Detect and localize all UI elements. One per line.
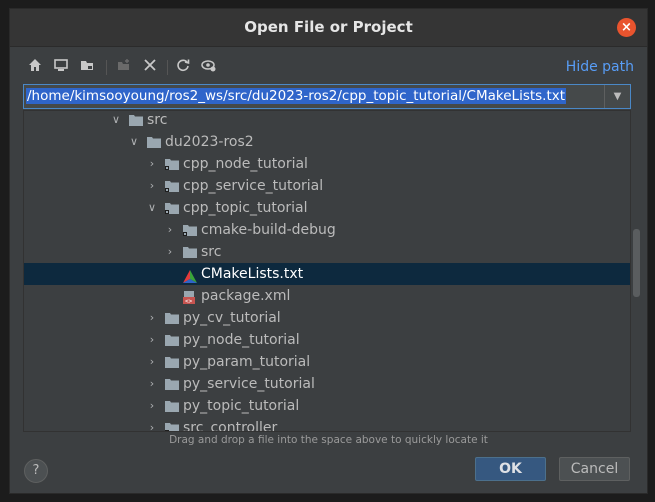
chevron-right-icon[interactable]: › (164, 219, 176, 241)
tree-row-label: du2023-ros2 (165, 134, 254, 150)
tree-row-label: src_controller (183, 420, 278, 432)
dialog-title: Open File or Project (244, 18, 413, 36)
path-text: /home/kimsooyoung/ros2_ws/src/du2023-ros… (26, 88, 567, 104)
folder-icon (165, 356, 179, 368)
chevron-right-icon[interactable]: › (146, 329, 158, 351)
tree-row[interactable]: › cpp_service_tutorial (24, 175, 630, 197)
chevron-right-icon[interactable]: › (146, 307, 158, 329)
tree-row[interactable]: CMakeLists.txt (24, 263, 630, 285)
module-folder-icon (183, 224, 197, 236)
delete-icon[interactable] (141, 58, 159, 76)
module-folder-icon (165, 202, 179, 214)
open-file-dialog: Open File or Project × Hide path /home/k… (9, 8, 648, 494)
folder-icon (183, 246, 197, 258)
help-button[interactable]: ? (24, 459, 48, 483)
new-folder-icon[interactable] (115, 58, 133, 76)
folder-icon (165, 334, 179, 346)
toolbar-separator (106, 60, 107, 75)
folder-icon (129, 114, 143, 126)
tree-row-label: CMakeLists.txt (201, 266, 304, 282)
chevron-down-icon[interactable]: ∨ (146, 197, 158, 219)
tree-row-label: py_service_tutorial (183, 376, 315, 392)
chevron-down-icon[interactable]: ∨ (110, 111, 122, 131)
tree-row[interactable]: › py_node_tutorial (24, 329, 630, 351)
tree-row-label: src (147, 112, 168, 128)
path-input[interactable]: /home/kimsooyoung/ros2_ws/src/du2023-ros… (26, 87, 602, 106)
module-folder-icon (165, 158, 179, 170)
tree-row-label: cmake-build-debug (201, 222, 336, 238)
ok-button[interactable]: OK (475, 457, 546, 481)
chevron-down-icon[interactable]: ∨ (128, 131, 140, 153)
folder-icon (165, 312, 179, 324)
close-button[interactable]: × (617, 18, 636, 37)
cmake-icon (183, 268, 197, 283)
tree-row[interactable]: › cmake-build-debug (24, 219, 630, 241)
tree-row-label: package.xml (201, 288, 291, 304)
tree-scrollbar[interactable] (633, 229, 640, 297)
tree-row[interactable]: › src_controller (24, 417, 630, 432)
module-folder-icon (165, 422, 179, 431)
cancel-button[interactable]: Cancel (559, 457, 630, 481)
hide-path-link[interactable]: Hide path (566, 58, 634, 76)
chevron-right-icon[interactable]: › (164, 241, 176, 263)
chevron-right-icon[interactable]: › (146, 395, 158, 417)
module-folder-icon (165, 180, 179, 192)
toolbar-separator (167, 60, 168, 75)
chevron-right-icon[interactable]: › (146, 417, 158, 431)
tree-row[interactable]: ∨ du2023-ros2 (24, 131, 630, 153)
tree-row-label: cpp_node_tutorial (183, 156, 308, 172)
file-tree[interactable]: ∨ src ∨ du2023-ros2 › cpp_node_tutorial › cpp_s… (23, 110, 631, 432)
folder-icon (165, 378, 179, 390)
tree-row-label: cpp_topic_tutorial (183, 200, 308, 216)
tree-row[interactable]: › py_param_tutorial (24, 351, 630, 373)
tree-row-label: py_param_tutorial (183, 354, 311, 370)
title-bar: Open File or Project × (10, 9, 647, 47)
tree-row-label: py_node_tutorial (183, 332, 300, 348)
chevron-right-icon[interactable]: › (146, 175, 158, 197)
chevron-right-icon[interactable]: › (146, 373, 158, 395)
drag-drop-hint: Drag and drop a file into the space abov… (169, 434, 488, 446)
tree-row-label: py_topic_tutorial (183, 398, 300, 414)
tree-row[interactable]: › src (24, 241, 630, 263)
show-hidden-icon[interactable] (200, 58, 218, 76)
tree-row[interactable]: ∨ src (24, 111, 630, 131)
desktop-icon[interactable] (52, 58, 70, 76)
tree-row[interactable]: › cpp_node_tutorial (24, 153, 630, 175)
home-icon[interactable] (26, 58, 44, 76)
refresh-icon[interactable] (174, 58, 192, 76)
path-combobox[interactable]: /home/kimsooyoung/ros2_ws/src/du2023-ros… (23, 84, 631, 109)
tree-row-label: src (201, 244, 222, 260)
tree-row-label: py_cv_tutorial (183, 310, 281, 326)
svg-text:<>: <> (185, 298, 193, 305)
folder-icon (165, 400, 179, 412)
chevron-right-icon[interactable]: › (146, 351, 158, 373)
toolbar: Hide path (26, 58, 637, 78)
tree-row[interactable]: › py_cv_tutorial (24, 307, 630, 329)
folder-icon (147, 136, 161, 148)
tree-row[interactable]: <> package.xml (24, 285, 630, 307)
tree-row[interactable]: ∨ cpp_topic_tutorial (24, 197, 630, 219)
chevron-right-icon[interactable]: › (146, 153, 158, 175)
chevron-down-icon[interactable]: ▼ (604, 85, 630, 108)
project-folder-icon[interactable] (78, 58, 96, 76)
xml-file-icon: <> (183, 290, 197, 305)
tree-row[interactable]: › py_topic_tutorial (24, 395, 630, 417)
tree-row-label: cpp_service_tutorial (183, 178, 324, 194)
tree-row[interactable]: › py_service_tutorial (24, 373, 630, 395)
